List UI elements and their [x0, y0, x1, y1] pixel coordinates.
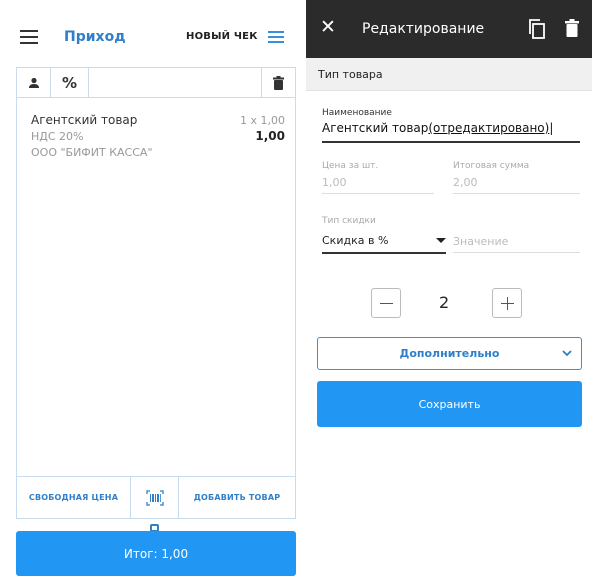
save-button[interactable]: Сохранить — [317, 381, 582, 427]
sum-field-label: Итоговая сумма — [453, 161, 530, 171]
additional-label: Дополнительно — [399, 347, 500, 360]
barcode-icon — [145, 489, 164, 506]
item-name: Агентский товар — [31, 113, 138, 127]
sum-field[interactable]: 2,00 — [453, 176, 478, 189]
user-icon — [28, 77, 39, 88]
discount-type-label: Тип скидки — [322, 216, 376, 226]
discount-type-underline — [322, 252, 446, 254]
item-type-row[interactable]: Тип товара — [306, 58, 592, 91]
edit-title: Редактирование — [362, 21, 485, 37]
discount-value-field[interactable]: Значение — [453, 235, 508, 248]
add-item-button[interactable]: ДОБАВИТЬ ТОВАР — [179, 477, 295, 518]
receipt-card: % Агентский товар 1 x 1,00 НДС 20% 1,00 … — [16, 67, 296, 519]
discount-type-value: Скидка в % — [322, 234, 389, 247]
close-icon[interactable]: ✕ — [320, 17, 336, 37]
menu-icon[interactable] — [20, 30, 38, 44]
customer-button[interactable] — [17, 68, 51, 97]
receipt-screen: Приход НОВЫЙ ЧЕК % Агентский товар 1 x 1… — [6, 12, 300, 585]
receipt-header: Приход НОВЫЙ ЧЕК — [6, 12, 300, 62]
edit-item-screen: ✕ Редактирование Тип товара Наименование… — [306, 0, 592, 585]
price-field[interactable]: 1,00 — [322, 176, 347, 189]
name-field-label: Наименование — [322, 108, 392, 118]
discount-type-select[interactable]: Скидка в % — [322, 233, 446, 251]
trash-icon — [273, 75, 284, 90]
discount-button[interactable]: % — [51, 68, 89, 97]
discount-value-underline — [453, 252, 580, 253]
free-price-button[interactable]: СВОБОДНАЯ ЦЕНА — [17, 477, 131, 518]
price-field-underline — [322, 193, 434, 194]
additional-section-toggle[interactable]: Дополнительно — [317, 337, 582, 370]
trash-icon[interactable] — [565, 19, 579, 37]
minus-icon — [379, 302, 393, 304]
quantity-value: 2 — [439, 293, 450, 312]
name-field[interactable]: Агентский товар(отредактировано)| — [322, 121, 553, 135]
list-icon[interactable] — [268, 31, 284, 43]
name-value-edited: (отредактировано) — [428, 121, 550, 135]
page-title: Приход — [64, 29, 126, 45]
new-check-button[interactable]: НОВЫЙ ЧЕК — [186, 31, 258, 42]
dropdown-caret-icon — [436, 238, 446, 243]
copy-icon[interactable] — [528, 19, 546, 39]
item-organization: ООО "БИФИТ КАССА" — [31, 146, 153, 159]
increase-quantity-button[interactable] — [492, 288, 522, 318]
sum-field-underline — [453, 193, 580, 194]
clear-receipt-button[interactable] — [261, 68, 295, 97]
total-button[interactable]: Итог: 1,00 — [16, 531, 296, 576]
scan-barcode-button[interactable] — [131, 477, 179, 518]
item-quantity-price: 1 x 1,00 — [240, 114, 285, 127]
item-type-label: Тип товара — [318, 68, 383, 81]
receipt-actions: СВОБОДНАЯ ЦЕНА ДОБАВИТЬ ТОВАР — [17, 476, 295, 518]
name-value: Агентский товар — [322, 121, 429, 135]
item-tax: НДС 20% — [31, 130, 84, 143]
item-sum: 1,00 — [255, 129, 285, 143]
edit-header: ✕ Редактирование — [306, 0, 592, 58]
decrease-quantity-button[interactable] — [371, 288, 401, 318]
price-field-label: Цена за шт. — [322, 161, 379, 171]
receipt-toolbar: % — [17, 68, 295, 98]
name-field-underline — [322, 141, 580, 143]
chevron-down-icon — [562, 350, 572, 357]
